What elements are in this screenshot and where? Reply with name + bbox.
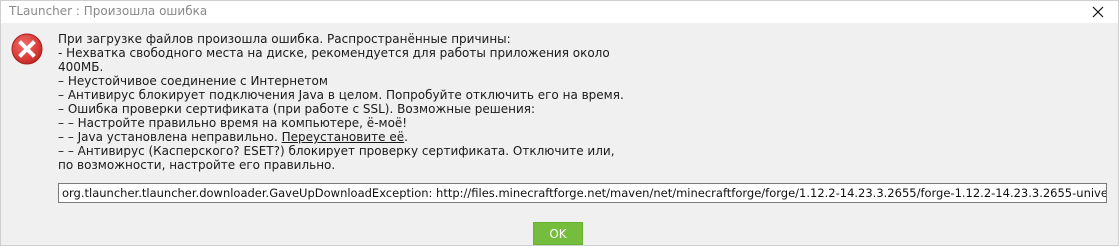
message-line-with-link: – – Java установлена неправильно. Переус… <box>58 130 698 144</box>
message-line: При загрузке файлов произошла ошибка. Ра… <box>58 32 511 46</box>
error-dialog: TLauncher : Произошла ошибка При загрузк… <box>0 0 1119 246</box>
message-line: 400МБ. <box>58 60 104 74</box>
message-text: . <box>404 130 408 144</box>
close-icon <box>1092 6 1104 18</box>
message-line: – Антивирус блокирует подключения Java в… <box>58 88 624 102</box>
message-line: – – Настройте правильно время на компьют… <box>58 116 408 130</box>
message-line: – Ошибка проверки сертификата (при работ… <box>58 102 536 116</box>
message-line: – Неустойчивое соединение с Интернетом <box>58 74 328 88</box>
error-message: При загрузке файлов произошла ошибка. Ра… <box>58 32 698 172</box>
dialog-content: При загрузке файлов произошла ошибка. Ра… <box>1 23 1118 245</box>
message-line: по возможности, настройте его правильно. <box>58 158 336 172</box>
message-line: – – Антивирус (Касперского? ESET?) блоки… <box>58 144 615 158</box>
message-text: – – Java установлена неправильно. <box>58 130 282 144</box>
close-button[interactable] <box>1086 2 1110 22</box>
exception-text-field[interactable]: org.tlauncher.tlauncher.downloader.GaveU… <box>58 183 1107 203</box>
reinstall-java-link[interactable]: Переустановите её <box>282 130 404 144</box>
window-title: TLauncher : Произошла ошибка <box>9 4 208 18</box>
error-icon <box>11 33 43 65</box>
title-bar: TLauncher : Произошла ошибка <box>1 1 1118 23</box>
ok-button[interactable]: OK <box>533 222 583 245</box>
message-line: - Нехватка свободного места на диске, ре… <box>58 46 610 60</box>
